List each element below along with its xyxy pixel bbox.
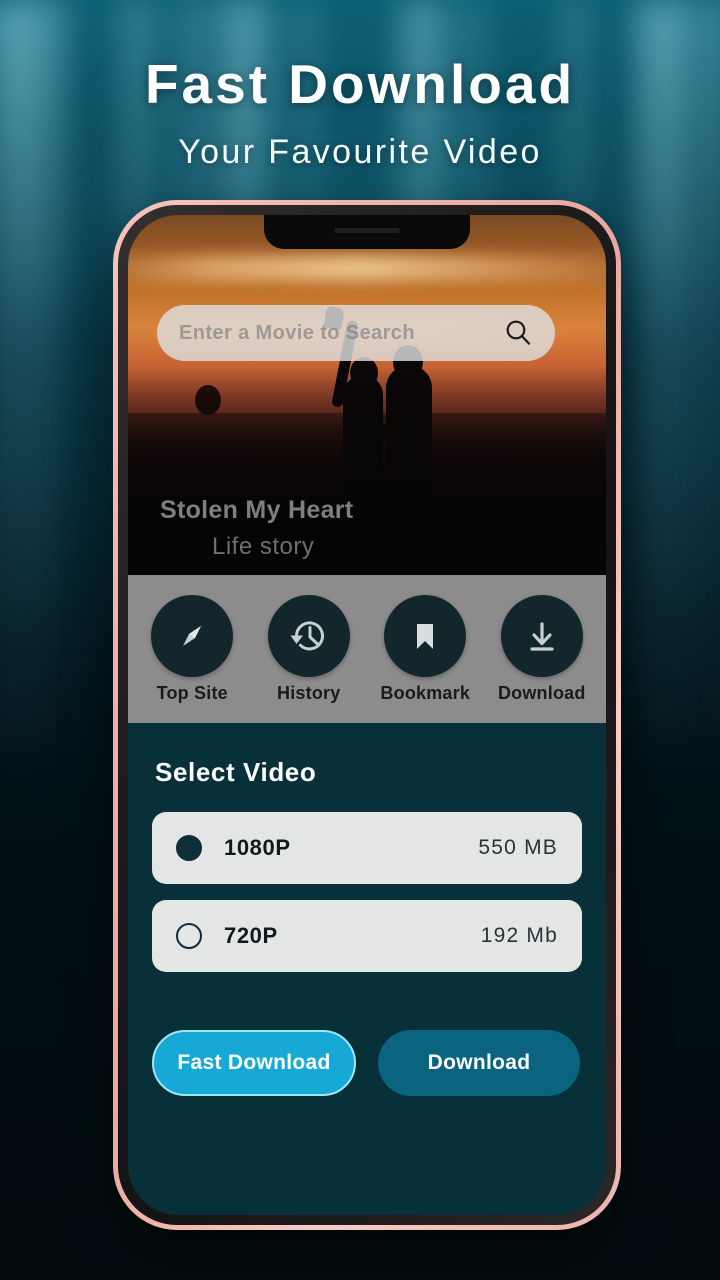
promo-headline: Fast Download xyxy=(144,53,576,115)
radio-button-unselected[interactable] xyxy=(176,923,202,949)
featured-title: Stolen My Heart xyxy=(160,496,354,524)
quick-actions-bar: Top Site History Bookmark Download xyxy=(128,575,606,723)
phone-mockup: Enter a Movie to Search Stolen My Heart … xyxy=(113,200,621,1230)
earpiece-speaker xyxy=(334,228,400,233)
promo-subheadline: Your Favourite Video xyxy=(178,133,542,171)
featured-video-hero: Enter a Movie to Search Stolen My Heart … xyxy=(128,215,606,575)
search-icon[interactable] xyxy=(503,318,533,348)
quick-action-label: Bookmark xyxy=(380,682,471,703)
download-icon[interactable] xyxy=(500,594,583,677)
action-button-row: Fast Download Download xyxy=(152,1030,582,1096)
bookmark-icon[interactable] xyxy=(384,594,467,677)
featured-subtitle: Life story xyxy=(212,533,315,560)
quick-action-label: Download xyxy=(497,682,586,703)
featured-caption: Stolen My Heart Life story xyxy=(160,496,353,561)
file-size-label: 192 Mb xyxy=(480,924,558,947)
select-video-panel: Select Video 1080P 550 MB 720P 192 Mb Fa… xyxy=(128,723,606,1215)
history-clock-icon[interactable] xyxy=(267,594,350,677)
quick-action-top-site[interactable]: Top Site xyxy=(137,594,247,704)
quality-option-row[interactable]: 720P 192 Mb xyxy=(152,900,582,972)
quick-action-download[interactable]: Download xyxy=(487,594,597,704)
compass-icon[interactable] xyxy=(151,594,234,677)
quick-action-label: History xyxy=(277,682,341,703)
promo-headline-block: Fast Download Your Favourite Video xyxy=(0,52,720,172)
phone-bezel: Enter a Movie to Search Stolen My Heart … xyxy=(118,205,616,1225)
phone-screen: Enter a Movie to Search Stolen My Heart … xyxy=(128,215,606,1215)
search-bar[interactable]: Enter a Movie to Search xyxy=(157,305,555,361)
quick-action-bookmark[interactable]: Bookmark xyxy=(370,594,480,704)
download-button[interactable]: Download xyxy=(378,1030,580,1096)
quality-label: 1080P xyxy=(224,835,291,860)
cloud-band xyxy=(128,254,606,281)
quick-action-label: Top Site xyxy=(156,682,228,703)
fast-download-button[interactable]: Fast Download xyxy=(152,1030,356,1096)
quality-option-row[interactable]: 1080P 550 MB xyxy=(152,812,582,884)
search-input[interactable]: Enter a Movie to Search xyxy=(179,322,503,345)
quick-action-history[interactable]: History xyxy=(254,594,364,704)
select-video-heading: Select Video xyxy=(155,757,317,787)
file-size-label: 550 MB xyxy=(478,836,558,859)
radio-button-selected[interactable] xyxy=(176,835,202,861)
quality-label: 720P xyxy=(224,923,278,948)
phone-notch xyxy=(264,215,470,249)
